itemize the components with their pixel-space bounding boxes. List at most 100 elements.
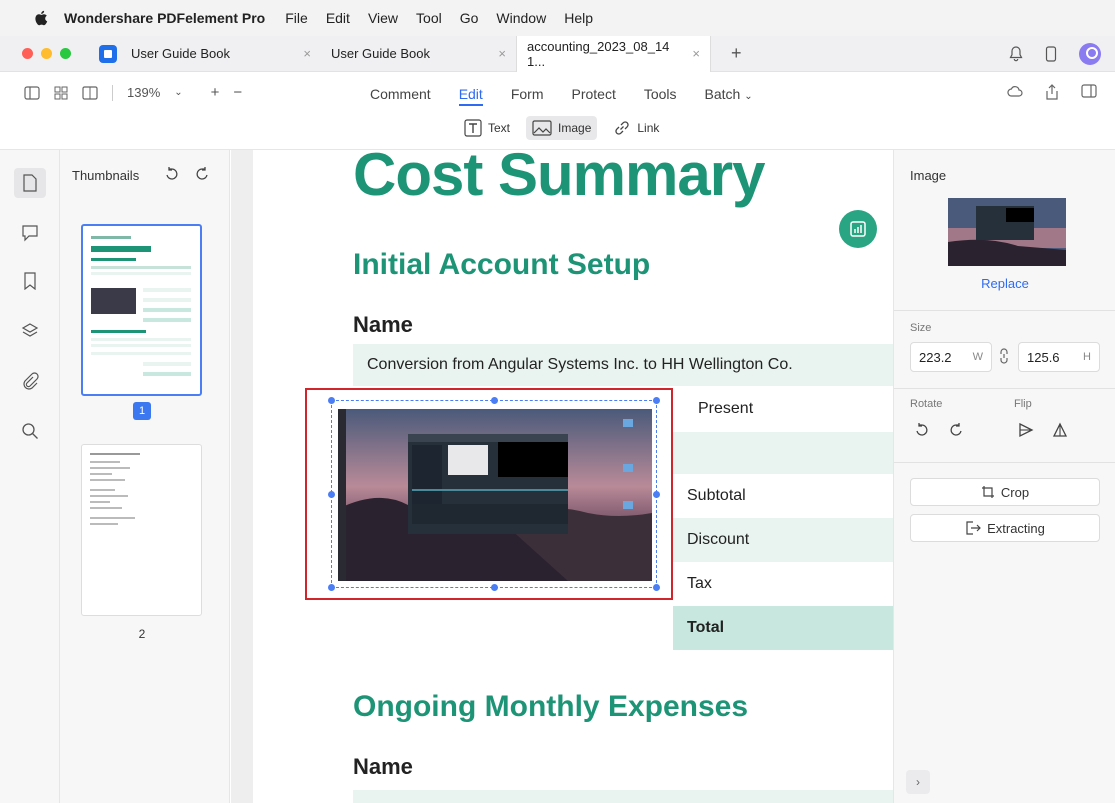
- lock-aspect-icon[interactable]: [999, 348, 1009, 364]
- page-thumbnails-icon[interactable]: [14, 168, 46, 198]
- user-avatar[interactable]: [1079, 42, 1101, 65]
- phone-icon[interactable]: [1045, 45, 1057, 62]
- app-name-menu[interactable]: Wondershare PDFelement Pro: [64, 10, 265, 26]
- summary-label: Tax: [687, 575, 712, 592]
- resize-handle[interactable]: [491, 397, 498, 404]
- rotate-right-icon[interactable]: [194, 166, 210, 182]
- tab-user-guide-1[interactable]: User Guide Book ×: [131, 36, 321, 72]
- crop-button[interactable]: Crop: [910, 478, 1100, 506]
- cloud-icon[interactable]: [1007, 84, 1023, 98]
- section-heading-monthly-expenses[interactable]: Ongoing Monthly Expenses: [353, 690, 748, 724]
- tab-accounting[interactable]: accounting_2023_08_14 1... ×: [516, 35, 711, 72]
- thumbnails-panel: Thumbnails 1 2: [60, 150, 230, 803]
- menu-help[interactable]: Help: [564, 10, 593, 26]
- tab-form[interactable]: Form: [511, 86, 544, 102]
- menu-file[interactable]: File: [285, 10, 308, 26]
- document-canvas: Cost Summary Initial Account Setup Name …: [231, 150, 893, 803]
- page-number-badge: 1: [133, 402, 151, 420]
- zoom-in-button[interactable]: +: [211, 84, 220, 101]
- resize-handle[interactable]: [491, 584, 498, 591]
- tab-protect[interactable]: Protect: [571, 86, 615, 102]
- page-thumbnail-1[interactable]: [81, 224, 202, 396]
- extract-button[interactable]: Extracting: [910, 514, 1100, 542]
- tab-close-icon[interactable]: ×: [692, 46, 700, 61]
- attachment-icon[interactable]: [21, 372, 39, 390]
- crop-icon: [981, 486, 994, 498]
- tab-batch[interactable]: Batch ⌄: [705, 86, 753, 102]
- zoom-window-button[interactable]: [60, 48, 71, 59]
- height-field[interactable]: 125.6 H: [1018, 342, 1100, 372]
- flip-horizontal-icon[interactable]: [1018, 422, 1034, 438]
- tab-edit[interactable]: Edit: [458, 86, 483, 106]
- add-link-tool[interactable]: Link: [607, 116, 665, 140]
- table-row[interactable]: [353, 790, 893, 803]
- rotate-right-icon[interactable]: [948, 422, 964, 438]
- layers-icon[interactable]: [21, 322, 39, 340]
- menu-tool[interactable]: Tool: [416, 10, 442, 26]
- width-unit: W: [972, 351, 983, 363]
- section-heading-initial-setup[interactable]: Initial Account Setup: [353, 248, 650, 282]
- document-title[interactable]: Cost Summary: [353, 150, 765, 209]
- page-view-icon[interactable]: [82, 85, 98, 100]
- menu-go[interactable]: Go: [460, 10, 479, 26]
- resize-handle[interactable]: [328, 491, 335, 498]
- resize-handle[interactable]: [653, 584, 660, 591]
- resize-handle[interactable]: [653, 397, 660, 404]
- chart-edit-icon: [850, 221, 866, 237]
- replace-image-link[interactable]: Replace: [894, 276, 1115, 291]
- properties-title: Image: [910, 168, 947, 183]
- table-row[interactable]: [673, 432, 893, 474]
- bookmark-icon[interactable]: [21, 272, 39, 291]
- menu-bar: Wondershare PDFelement Pro File Edit Vie…: [0, 0, 1115, 36]
- rotate-left-icon[interactable]: [164, 166, 180, 182]
- comment-icon[interactable]: [21, 224, 39, 242]
- bell-icon[interactable]: [1009, 45, 1023, 62]
- add-image-tool[interactable]: Image: [526, 116, 598, 140]
- menu-edit[interactable]: Edit: [326, 10, 350, 26]
- selected-image[interactable]: [328, 397, 660, 591]
- minimize-window-button[interactable]: [41, 48, 52, 59]
- total-row[interactable]: Total: [673, 606, 893, 650]
- width-value: 223.2: [919, 349, 952, 365]
- resize-handle[interactable]: [328, 397, 335, 404]
- zoom-level-select[interactable]: 139%: [127, 85, 160, 100]
- resize-handle[interactable]: [653, 491, 660, 498]
- right-panel-toggle-icon[interactable]: [1081, 84, 1097, 98]
- add-text-tool[interactable]: Text: [458, 116, 516, 140]
- sidebar-toggle-icon[interactable]: [24, 85, 40, 100]
- new-tab-button[interactable]: +: [731, 43, 742, 64]
- menu-window[interactable]: Window: [496, 10, 546, 26]
- rotate-left-icon[interactable]: [914, 422, 930, 438]
- chevron-down-icon[interactable]: ⌄: [174, 87, 182, 98]
- zoom-out-button[interactable]: −: [233, 84, 242, 101]
- tab-tools[interactable]: Tools: [644, 86, 677, 102]
- tax-row[interactable]: Tax: [673, 562, 893, 606]
- table-row[interactable]: Conversion from Angular Systems Inc. to …: [353, 344, 893, 386]
- tab-close-icon[interactable]: ×: [303, 46, 311, 61]
- menu-view[interactable]: View: [368, 10, 398, 26]
- resize-handle[interactable]: [328, 584, 335, 591]
- discount-row[interactable]: Discount: [673, 518, 893, 562]
- tab-user-guide-2[interactable]: User Guide Book ×: [321, 36, 516, 72]
- crop-label: Crop: [1000, 484, 1030, 500]
- ai-assistant-button[interactable]: [839, 210, 877, 248]
- summary-label: Discount: [687, 531, 750, 548]
- share-icon[interactable]: [1045, 84, 1059, 100]
- apple-icon[interactable]: [34, 10, 48, 26]
- grid-view-icon[interactable]: [54, 86, 68, 100]
- tab-close-icon[interactable]: ×: [498, 46, 506, 61]
- flip-vertical-icon[interactable]: [1052, 422, 1068, 438]
- collapse-panel-button[interactable]: ›: [906, 770, 930, 794]
- width-field[interactable]: 223.2 W: [910, 342, 992, 372]
- image-preview: [948, 198, 1066, 266]
- name-heading[interactable]: Name: [353, 312, 413, 338]
- close-window-button[interactable]: [22, 48, 33, 59]
- name-heading[interactable]: Name: [353, 754, 413, 780]
- divider: [894, 462, 1115, 463]
- search-icon[interactable]: [21, 422, 39, 440]
- page-thumbnail-2[interactable]: [81, 444, 202, 616]
- divider: [894, 388, 1115, 389]
- pdfelement-logo-icon: [99, 44, 117, 63]
- tab-comment[interactable]: Comment: [370, 86, 431, 102]
- subtotal-row[interactable]: Subtotal: [673, 474, 893, 518]
